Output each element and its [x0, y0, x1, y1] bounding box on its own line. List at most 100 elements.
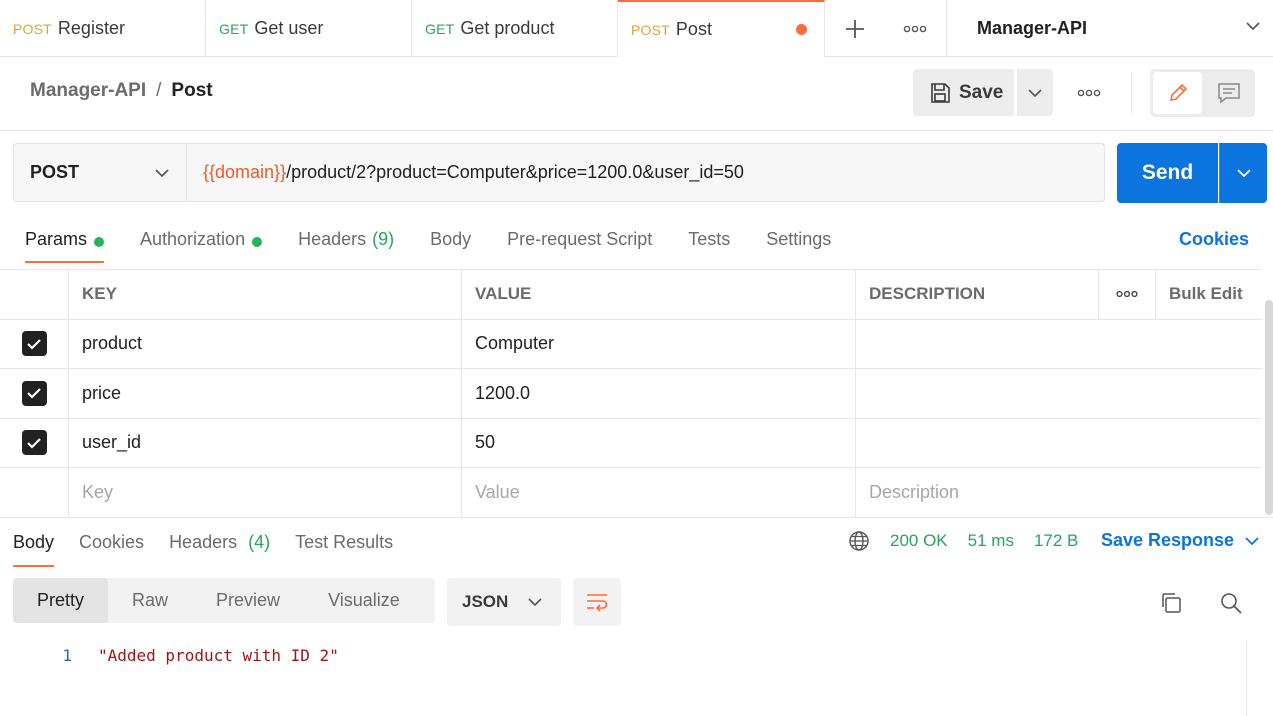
url-variable: {{domain}} — [203, 162, 287, 182]
request-more-button[interactable] — [1071, 75, 1107, 111]
response-time[interactable]: 51 ms — [968, 531, 1014, 551]
format-preview[interactable]: Preview — [192, 578, 304, 623]
chevron-down-icon — [1246, 22, 1260, 31]
response-tab-cookies[interactable]: Cookies — [79, 529, 144, 567]
edit-mode-button[interactable] — [1153, 72, 1202, 114]
bulk-edit-button[interactable]: Bulk Edit — [1156, 270, 1261, 319]
param-value-cell[interactable]: 50 — [462, 418, 856, 467]
tab-prerequest-script[interactable]: Pre-request Script — [507, 225, 652, 263]
param-key-cell[interactable]: product — [69, 319, 462, 368]
new-param-value-input[interactable]: Value — [462, 468, 856, 518]
new-param-key-input[interactable]: Key — [69, 468, 462, 518]
breadcrumb: Manager-API / Post — [30, 80, 213, 102]
format-visualize[interactable]: Visualize — [304, 578, 424, 623]
format-raw[interactable]: Raw — [108, 578, 192, 623]
search-icon — [1221, 593, 1242, 614]
query-params-table: KEY VALUE DESCRIPTION Bulk Edit product … — [0, 269, 1261, 518]
param-description-cell[interactable] — [856, 369, 1261, 418]
response-size[interactable]: 172 B — [1034, 531, 1078, 551]
param-enabled-checkbox[interactable] — [21, 380, 47, 406]
active-indicator — [94, 237, 105, 247]
tab-options-button[interactable] — [885, 0, 945, 57]
new-param-description-input[interactable]: Description — [856, 468, 1261, 518]
params-scrollbar[interactable] — [1265, 300, 1273, 515]
tab-label: Authorization — [140, 229, 246, 249]
save-button[interactable]: Save — [913, 69, 1014, 116]
param-enabled-checkbox[interactable] — [21, 430, 47, 456]
workspace-selector[interactable]: Manager-API — [946, 0, 1273, 57]
tab-label: Get user — [254, 18, 324, 38]
url-bar: POST {{domain}}/product/2?product=Comput… — [13, 143, 1105, 202]
tab-headers[interactable]: Headers (9) — [298, 225, 394, 263]
table-row: price 1200.0 — [0, 369, 1261, 419]
param-description-cell[interactable] — [856, 419, 1261, 468]
table-row: product Computer — [0, 319, 1261, 369]
editor-gutter-edge — [1246, 640, 1247, 716]
tab-get-product[interactable]: GET Get product — [412, 0, 618, 57]
save-response-button[interactable]: Save Response — [1101, 530, 1260, 551]
tab-settings[interactable]: Settings — [766, 225, 831, 263]
param-enabled-checkbox[interactable] — [21, 331, 47, 357]
wrap-lines-button[interactable] — [573, 578, 621, 626]
breadcrumb-collection[interactable]: Manager-API — [30, 80, 146, 102]
response-tab-body[interactable]: Body — [13, 529, 55, 567]
param-enabled-cell — [0, 319, 69, 368]
search-response-button[interactable] — [1214, 586, 1248, 620]
header-divider — [1131, 72, 1132, 114]
response-divider — [0, 517, 1273, 518]
plus-icon — [846, 19, 864, 38]
tab-label: Post — [675, 19, 712, 39]
param-value-cell[interactable]: Computer — [462, 319, 856, 368]
response-body-editor[interactable]: 1 "Added product with ID 2" — [0, 640, 1246, 716]
response-meta: 200 OK 51 ms 172 B — [848, 530, 1078, 552]
new-tab-button[interactable] — [825, 0, 885, 57]
globe-icon[interactable] — [848, 530, 870, 552]
response-tab-test-results[interactable]: Test Results — [295, 529, 393, 567]
more-icon — [903, 25, 927, 32]
tab-authorization[interactable]: Authorization — [140, 225, 263, 263]
format-pretty[interactable]: Pretty — [13, 578, 109, 623]
breadcrumb-separator: / — [156, 80, 162, 101]
response-language-select[interactable]: JSON — [447, 578, 561, 626]
more-icon — [1077, 89, 1101, 97]
response-status[interactable]: 200 OK — [890, 531, 948, 551]
tab-tests[interactable]: Tests — [688, 225, 730, 263]
save-options-button[interactable] — [1017, 69, 1053, 116]
param-value-cell[interactable]: 1200.0 — [462, 369, 856, 418]
response-headers-count: (4) — [248, 532, 271, 552]
param-enabled-cell — [0, 369, 69, 418]
url-input[interactable]: {{domain}}/product/2?product=Computer&pr… — [187, 144, 1104, 201]
send-options-button[interactable] — [1219, 143, 1267, 203]
new-param-row: Key Value Description — [0, 468, 1261, 518]
cookies-link[interactable]: Cookies — [1179, 229, 1249, 250]
line-number: 1 — [62, 646, 72, 665]
tab-label: Tests — [688, 229, 731, 249]
tab-body[interactable]: Body — [430, 225, 471, 263]
tab-method: GET — [425, 20, 455, 37]
param-key-cell[interactable]: user_id — [69, 418, 462, 467]
param-key-cell[interactable]: price — [69, 369, 462, 418]
header-divider-line — [0, 130, 1273, 131]
tab-label: Pre-request Script — [507, 229, 653, 249]
check-icon — [27, 388, 41, 399]
tab-register[interactable]: POST Register — [0, 0, 206, 57]
response-body-text: "Added product with ID 2" — [98, 646, 339, 665]
tab-get-user[interactable]: GET Get user — [206, 0, 412, 57]
param-enabled-cell — [0, 468, 69, 518]
param-description-cell[interactable] — [856, 320, 1261, 369]
column-header-value: VALUE — [462, 270, 856, 319]
response-tab-headers[interactable]: Headers (4) — [169, 529, 270, 567]
tab-post[interactable]: POST Post — [618, 0, 825, 58]
wrap-lines-icon — [587, 594, 608, 612]
copy-response-button[interactable] — [1154, 586, 1188, 620]
table-options-button[interactable] — [1099, 270, 1156, 319]
request-name[interactable]: Post — [171, 80, 212, 102]
pencil-icon — [1169, 83, 1187, 102]
comments-button[interactable] — [1204, 72, 1253, 114]
param-enabled-cell — [0, 418, 69, 467]
send-button[interactable]: Send — [1117, 143, 1218, 203]
tab-params[interactable]: Params — [25, 225, 105, 263]
url-path: /product/2?product=Computer&price=1200.0… — [286, 162, 744, 182]
http-method-select[interactable]: POST — [14, 144, 187, 201]
http-method: POST — [30, 162, 80, 182]
